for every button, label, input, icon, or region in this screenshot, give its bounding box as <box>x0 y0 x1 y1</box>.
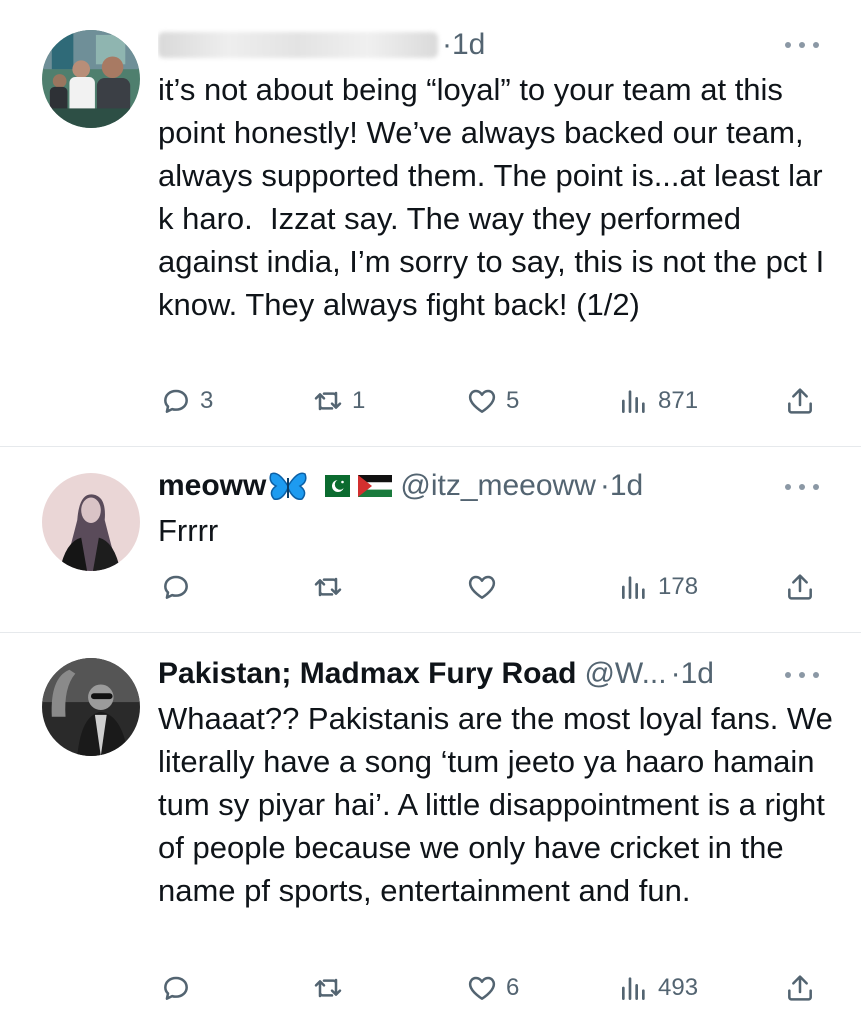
analytics-icon <box>622 576 645 599</box>
repost-button[interactable] <box>312 567 352 607</box>
butterfly-emoji-icon <box>268 468 308 504</box>
tweet-text: Whaaat?? Pakistanis are the most loyal f… <box>158 701 842 908</box>
views-button[interactable]: 178 <box>618 567 698 607</box>
display-name[interactable]: meoww <box>158 466 266 506</box>
analytics-icon <box>622 977 645 1000</box>
avatar-photo[interactable] <box>42 658 140 756</box>
view-count: 178 <box>658 573 699 600</box>
share-button[interactable] <box>784 968 816 1008</box>
tweet-header: meoww @itz_meeoww · 1d <box>158 466 771 506</box>
action-bar: 178 <box>0 567 861 607</box>
reply-icon <box>164 976 188 1000</box>
display-name[interactable]: Pakistan; Madmax Fury Road <box>158 654 576 694</box>
action-bar: 6 493 <box>0 968 861 1008</box>
share-button[interactable] <box>784 381 816 421</box>
heart-icon <box>468 575 496 599</box>
reply-button[interactable] <box>160 567 200 607</box>
like-button[interactable] <box>466 567 506 607</box>
reply-icon <box>164 575 188 599</box>
repost-icon <box>314 577 342 597</box>
separator-dot: · <box>670 657 681 690</box>
view-count: 871 <box>658 387 699 414</box>
like-count: 6 <box>506 974 520 1001</box>
share-icon <box>788 388 812 414</box>
repost-icon <box>314 391 342 411</box>
reply-count: 3 <box>200 387 214 414</box>
tweet-2[interactable]: meoww @itz_meeoww · 1d Frrrr 178 <box>0 447 861 632</box>
pakistan-flag-icon <box>316 475 351 497</box>
redacted-username <box>158 32 438 58</box>
share-button[interactable] <box>784 567 816 607</box>
timestamp[interactable]: 1d <box>681 654 714 694</box>
tweet-text: Frrrr <box>158 513 219 548</box>
tweet-text: it’s not about being “loyal” to your tea… <box>158 72 833 322</box>
separator-dot: · <box>442 28 452 61</box>
tweet-header: · 1d <box>158 25 771 65</box>
tweet-header: Pakistan; Madmax Fury Road @W... · 1d <box>158 654 771 694</box>
handle[interactable]: @itz_meeoww <box>400 466 596 506</box>
repost-button[interactable] <box>312 968 352 1008</box>
views-button[interactable]: 493 <box>618 968 698 1008</box>
avatar-image <box>42 30 140 128</box>
more-options-icon[interactable] <box>785 482 819 492</box>
reply-button[interactable] <box>160 968 200 1008</box>
view-count: 493 <box>658 974 699 1001</box>
heart-icon <box>468 389 496 413</box>
repost-icon <box>314 978 342 998</box>
avatar-photo[interactable] <box>42 473 140 571</box>
repost-count: 1 <box>352 387 366 414</box>
tweet-3[interactable]: Pakistan; Madmax Fury Road @W... · 1d Wh… <box>0 633 861 1024</box>
handle[interactable]: @W... <box>584 654 666 694</box>
avatar-image <box>42 473 140 571</box>
heart-icon <box>468 976 496 1000</box>
avatar-image <box>42 658 140 756</box>
separator-dot: · <box>599 469 610 502</box>
action-bar: 3 1 5 871 <box>0 381 861 421</box>
palestine-flag-icon <box>358 475 393 497</box>
avatar-photo[interactable] <box>42 30 140 128</box>
views-button[interactable]: 871 <box>618 381 698 421</box>
tweet-1[interactable]: · 1d it’s not about being “loyal” to you… <box>0 0 861 446</box>
repost-button[interactable]: 1 <box>312 381 365 421</box>
reply-button[interactable]: 3 <box>160 381 213 421</box>
like-button[interactable]: 6 <box>466 968 519 1008</box>
like-button[interactable]: 5 <box>466 381 519 421</box>
more-options-icon[interactable] <box>785 670 819 680</box>
share-icon <box>788 975 812 1001</box>
analytics-icon <box>622 390 645 413</box>
share-icon <box>788 574 812 600</box>
timestamp[interactable]: 1d <box>610 466 643 506</box>
more-options-icon[interactable] <box>785 40 819 50</box>
like-count: 5 <box>506 387 520 414</box>
timestamp[interactable]: 1d <box>452 25 485 65</box>
reply-icon <box>164 389 188 413</box>
